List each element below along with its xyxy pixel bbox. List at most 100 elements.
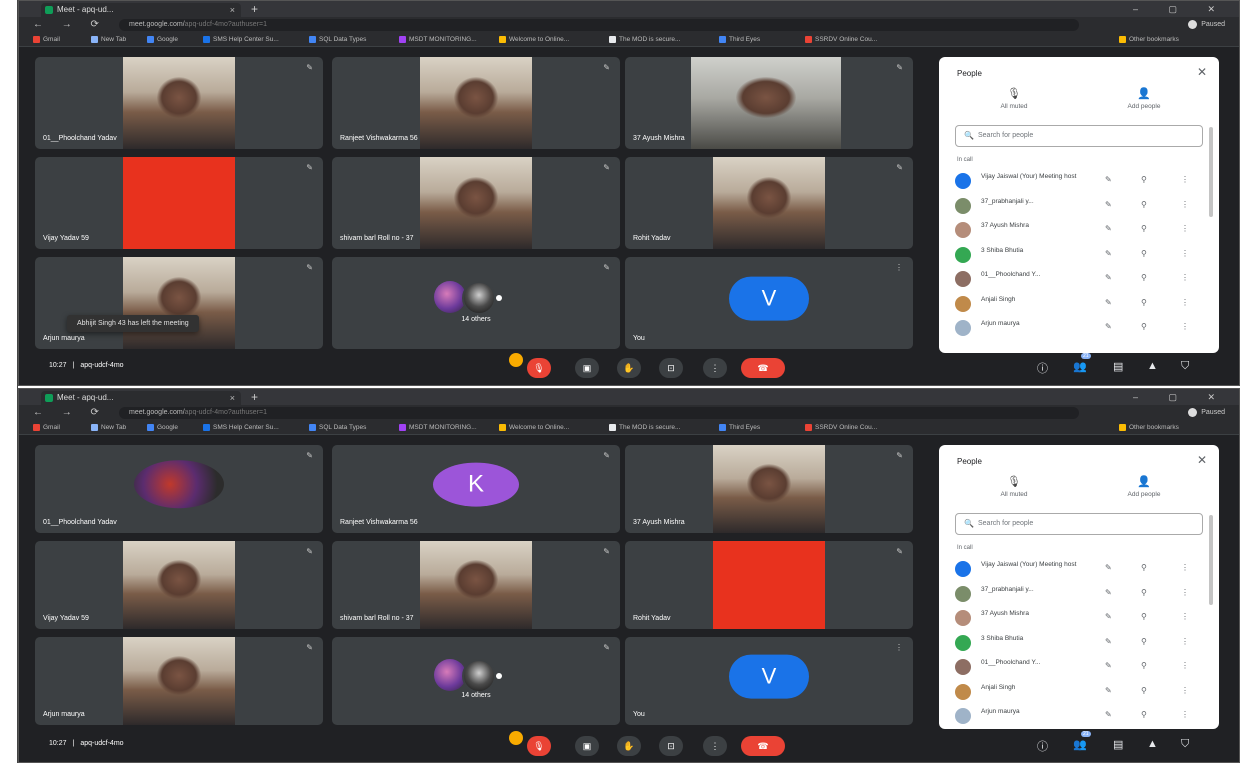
- pin-icon[interactable]: ✎: [603, 163, 610, 172]
- pin-icon[interactable]: ⚲: [1141, 322, 1147, 331]
- participant-tile[interactable]: ✎ Vijay Yadav 59: [35, 157, 323, 249]
- pin-icon[interactable]: ✎: [603, 63, 610, 72]
- pin-icon[interactable]: ✎: [603, 547, 610, 556]
- participant-tile[interactable]: ✎ shivam barl Roll no - 37: [332, 157, 620, 249]
- more-options-button[interactable]: ⋮: [703, 736, 727, 756]
- participant-tile[interactable]: ✎ Ranjeet Vishwakarma 56: [332, 57, 620, 149]
- participant-tile[interactable]: ✎ Rohit Yadav: [625, 541, 913, 629]
- pin-icon[interactable]: ⋮: [895, 643, 903, 652]
- more-options-icon[interactable]: ⋮: [1181, 563, 1189, 572]
- bookmark-item[interactable]: The MOD is secure...: [609, 421, 680, 435]
- mic-icon[interactable]: ✎: [1105, 710, 1112, 719]
- bookmark-item[interactable]: SMS Help Center Su...: [203, 33, 279, 47]
- people-icon[interactable]: 👥: [1073, 360, 1087, 373]
- nav-buttons[interactable]: ← → ⟳: [33, 17, 107, 33]
- pin-icon[interactable]: ⚲: [1141, 273, 1147, 282]
- participant-tile[interactable]: ✎ Vijay Yadav 59: [35, 541, 323, 629]
- window-controls[interactable]: – ▢ ✕: [1133, 389, 1229, 405]
- more-options-icon[interactable]: ⋮: [1181, 273, 1189, 282]
- bookmark-item[interactable]: Gmail: [33, 421, 60, 435]
- bookmark-item[interactable]: Other bookmarks: [1119, 421, 1179, 435]
- mic-icon[interactable]: ✎: [1105, 588, 1112, 597]
- bookmark-item[interactable]: Welcome to Online...: [499, 421, 569, 435]
- activities-icon[interactable]: ▲: [1147, 738, 1158, 750]
- leave-call-button[interactable]: ☎: [741, 358, 785, 378]
- pin-icon[interactable]: ⚲: [1141, 298, 1147, 307]
- bookmark-item[interactable]: Google: [147, 421, 178, 435]
- mic-icon[interactable]: ✎: [1105, 175, 1112, 184]
- participant-tile[interactable]: ✎ 01__Phoolchand Yadav: [35, 57, 323, 149]
- url-field[interactable]: meet.google.com/apq-udcf-4mo?authuser=1: [119, 407, 1079, 419]
- activities-icon[interactable]: ▲: [1147, 360, 1158, 372]
- bookmark-item[interactable]: MSDT MONITORING...: [399, 421, 477, 435]
- people-icon[interactable]: 👥: [1073, 738, 1087, 751]
- participant-row[interactable]: 37_prabhanjali y... ✎ ⚲ ⋮: [955, 582, 1203, 607]
- more-options-icon[interactable]: ⋮: [1181, 298, 1189, 307]
- participant-tile[interactable]: V ⋮ You: [625, 257, 913, 349]
- participant-tile[interactable]: ✎ 01__Phoolchand Yadav: [35, 445, 323, 533]
- participant-row[interactable]: Vijay Jaiswal (Your) Meeting host ✎ ⚲ ⋮: [955, 169, 1203, 194]
- bookmark-item[interactable]: Welcome to Online...: [499, 33, 569, 47]
- more-options-button[interactable]: ⋮: [703, 358, 727, 378]
- pin-icon[interactable]: ⚲: [1141, 224, 1147, 233]
- participant-row[interactable]: 01__Phoolchand Y... ✎ ⚲ ⋮: [955, 655, 1203, 680]
- bookmark-item[interactable]: New Tab: [91, 33, 126, 47]
- profile-button[interactable]: Paused: [1188, 17, 1225, 33]
- participant-row[interactable]: 01__Phoolchand Y... ✎ ⚲ ⋮: [955, 267, 1203, 292]
- bookmark-item[interactable]: New Tab: [91, 421, 126, 435]
- pin-icon[interactable]: ⚲: [1141, 175, 1147, 184]
- bookmark-item[interactable]: Third Eyes: [719, 33, 760, 47]
- pin-icon[interactable]: ⚲: [1141, 710, 1147, 719]
- mic-icon[interactable]: ✎: [1105, 563, 1112, 572]
- chat-icon[interactable]: ▤: [1113, 738, 1123, 751]
- mic-icon[interactable]: ✎: [1105, 298, 1112, 307]
- add-people-button[interactable]: 👤 Add people: [1099, 87, 1189, 110]
- leave-call-button[interactable]: ☎: [741, 736, 785, 756]
- participant-tile[interactable]: ✎ 37 Ayush Mishra: [625, 445, 913, 533]
- participant-row[interactable]: 3 Shiba Bhutia ✎ ⚲ ⋮: [955, 243, 1203, 268]
- pin-icon[interactable]: ✎: [896, 451, 903, 460]
- pin-icon[interactable]: ✎: [306, 263, 313, 272]
- more-options-icon[interactable]: ⋮: [1181, 200, 1189, 209]
- chat-icon[interactable]: ▤: [1113, 360, 1123, 373]
- add-people-button[interactable]: 👤 Add people: [1099, 475, 1189, 498]
- bookmark-item[interactable]: SQL Data Types: [309, 33, 366, 47]
- participant-row[interactable]: 3 Shiba Bhutia ✎ ⚲ ⋮: [955, 631, 1203, 656]
- bookmark-item[interactable]: The MOD is secure...: [609, 33, 680, 47]
- participant-row[interactable]: Arjun maurya ✎ ⚲ ⋮: [955, 704, 1203, 729]
- bookmark-item[interactable]: SSRDV Online Cou...: [805, 421, 877, 435]
- profile-button[interactable]: Paused: [1188, 405, 1225, 421]
- mic-icon[interactable]: ✎: [1105, 224, 1112, 233]
- participant-row[interactable]: 37 Ayush Mishra ✎ ⚲ ⋮: [955, 606, 1203, 631]
- pin-icon[interactable]: ⚲: [1141, 200, 1147, 209]
- captions-button[interactable]: ⊡: [659, 358, 683, 378]
- more-options-icon[interactable]: ⋮: [1181, 686, 1189, 695]
- participant-tile[interactable]: ✎ Arjun maurya: [35, 637, 323, 725]
- pin-icon[interactable]: ⚲: [1141, 661, 1147, 670]
- pin-icon[interactable]: ⚲: [1141, 686, 1147, 695]
- pin-icon[interactable]: ✎: [306, 643, 313, 652]
- bookmark-item[interactable]: Third Eyes: [719, 421, 760, 435]
- participant-row[interactable]: Anjali Singh ✎ ⚲ ⋮: [955, 680, 1203, 705]
- participant-row[interactable]: Vijay Jaiswal (Your) Meeting host ✎ ⚲ ⋮: [955, 557, 1203, 582]
- participant-row[interactable]: 37 Ayush Mishra ✎ ⚲ ⋮: [955, 218, 1203, 243]
- new-tab-button[interactable]: +: [251, 1, 258, 17]
- browser-tab[interactable]: Meet - apq-ud... ×: [41, 3, 241, 17]
- host-controls-icon[interactable]: ⛉: [1181, 360, 1189, 373]
- mic-icon[interactable]: ✎: [1105, 612, 1112, 621]
- meeting-info-icon[interactable]: ⓘ: [1037, 738, 1048, 754]
- mic-icon[interactable]: ✎: [1105, 661, 1112, 670]
- camera-button[interactable]: ▣: [575, 736, 599, 756]
- pin-icon[interactable]: ✎: [603, 643, 610, 652]
- participant-row[interactable]: Arjun maurya ✎ ⚲ ⋮: [955, 316, 1203, 341]
- raised-hand-indicator-icon[interactable]: [509, 353, 523, 367]
- more-options-icon[interactable]: ⋮: [1181, 710, 1189, 719]
- participant-tile[interactable]: ✎ shivam barl Roll no - 37: [332, 541, 620, 629]
- nav-buttons[interactable]: ← → ⟳: [33, 405, 107, 421]
- more-options-icon[interactable]: ⋮: [1181, 612, 1189, 621]
- mic-icon[interactable]: ✎: [1105, 249, 1112, 258]
- mic-icon[interactable]: ✎: [1105, 637, 1112, 646]
- participant-tile[interactable]: ✎ Rohit Yadav: [625, 157, 913, 249]
- more-options-icon[interactable]: ⋮: [1181, 249, 1189, 258]
- pin-icon[interactable]: ⚲: [1141, 249, 1147, 258]
